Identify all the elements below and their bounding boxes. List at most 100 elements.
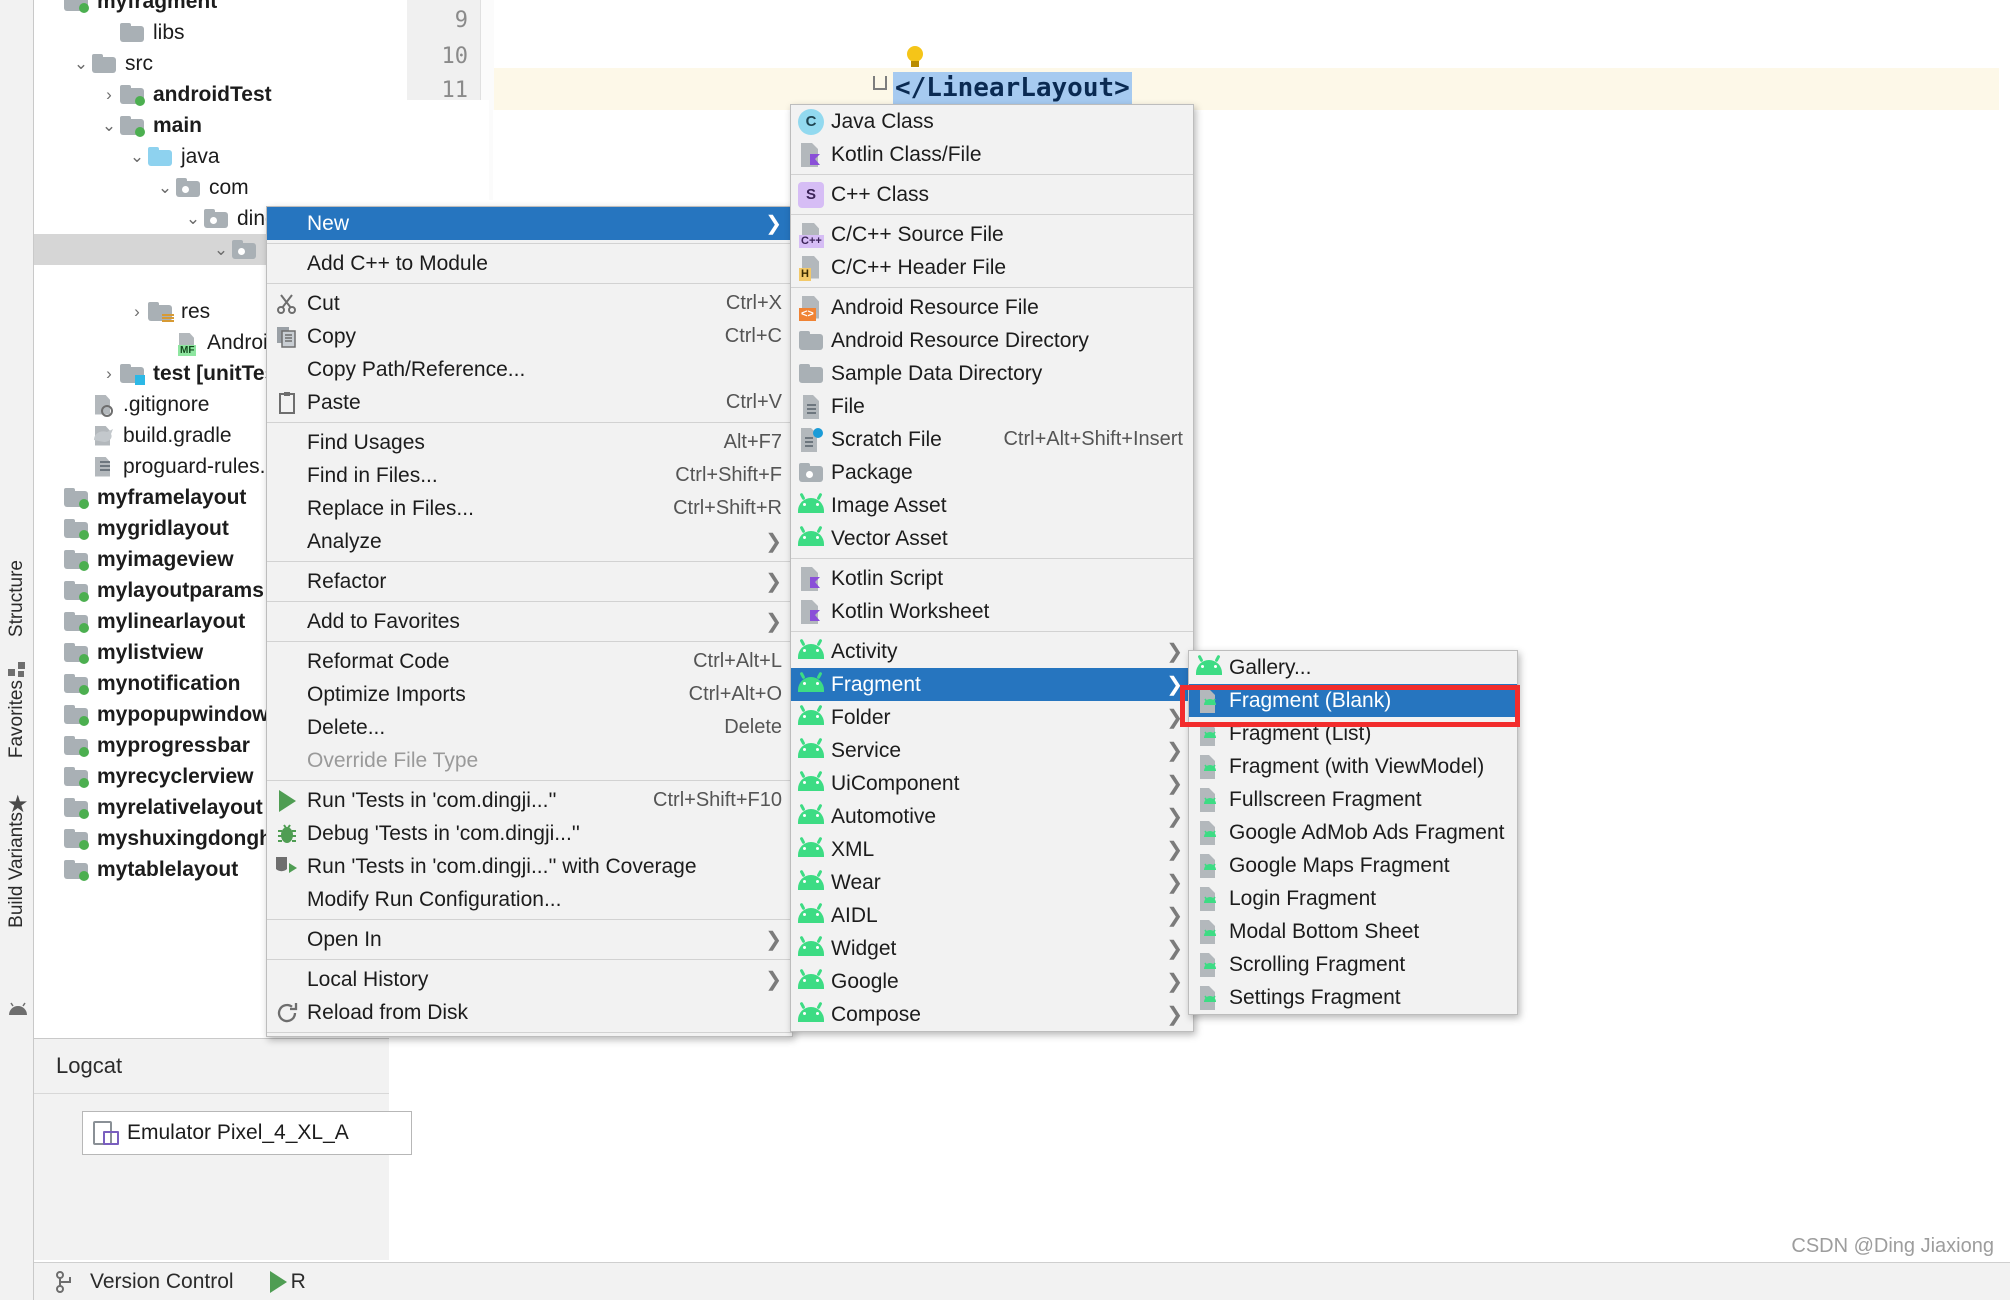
menu-item[interactable]: Kotlin Class/File (791, 138, 1193, 171)
menu-item[interactable]: Android Resource Directory (791, 324, 1193, 357)
menu-item[interactable]: Fragment (List) (1189, 717, 1517, 750)
device-selector[interactable]: Emulator Pixel_4_XL_A (82, 1111, 412, 1155)
tree-expander[interactable]: ⌄ (126, 147, 148, 167)
menu-item[interactable]: Scratch FileCtrl+Alt+Shift+Insert (791, 423, 1193, 456)
menu-item-shortcut: Ctrl+Shift+F (675, 464, 782, 487)
menu-item[interactable]: Override File Type (267, 744, 792, 777)
menu-item[interactable]: HC/C++ Header File (791, 251, 1193, 284)
menu-item[interactable]: Modal Bottom Sheet (1189, 915, 1517, 948)
menu-item-icon (1189, 948, 1229, 981)
menu-item[interactable]: Image Asset (791, 489, 1193, 522)
menu-item[interactable]: SC++ Class (791, 178, 1193, 211)
tree-row[interactable]: ⌄java (34, 141, 389, 172)
menu-item[interactable]: Kotlin Script (791, 562, 1193, 595)
menu-item[interactable]: Activity❯ (791, 635, 1193, 668)
tree-expander[interactable]: ⌄ (210, 240, 232, 260)
fragment-submenu[interactable]: Gallery...Fragment (Blank)Fragment (List… (1188, 650, 1518, 1015)
lightbulb-icon[interactable] (904, 45, 926, 71)
menu-item[interactable]: Analyze❯ (267, 525, 792, 558)
menu-item[interactable]: Optimize ImportsCtrl+Alt+O (267, 678, 792, 711)
tree-expander[interactable]: › (126, 302, 148, 322)
menu-item[interactable]: CJava Class (791, 105, 1193, 138)
menu-item[interactable]: Google Maps Fragment (1189, 849, 1517, 882)
menu-item[interactable]: Fragment❯ (791, 668, 1193, 701)
menu-item-label: Optimize Imports (307, 683, 661, 707)
tree-row[interactable]: libs (34, 17, 389, 48)
menu-item[interactable]: Sample Data Directory (791, 357, 1193, 390)
menu-item[interactable]: Refactor❯ (267, 565, 792, 598)
menu-item[interactable]: PasteCtrl+V (267, 386, 792, 419)
menu-item[interactable]: Reload from Disk (267, 996, 792, 1029)
tree-expander[interactable]: ⌄ (182, 209, 204, 229)
menu-item[interactable]: Reformat CodeCtrl+Alt+L (267, 645, 792, 678)
tree-row[interactable]: ⌄com (34, 172, 389, 203)
tree-expander[interactable]: ⌄ (70, 54, 92, 74)
menu-item[interactable]: Replace in Files...Ctrl+Shift+R (267, 492, 792, 525)
run-status[interactable]: R (270, 1270, 306, 1294)
menu-item[interactable]: Folder❯ (791, 701, 1193, 734)
folder-icon (64, 674, 88, 693)
menu-item[interactable]: Copy Path/Reference... (267, 353, 792, 386)
android-icon (798, 941, 824, 956)
menu-item[interactable]: C++C/C++ Source File (791, 218, 1193, 251)
menu-item[interactable]: Debug 'Tests in 'com.dingji...'' (267, 817, 792, 850)
tree-expander[interactable]: ⌄ (98, 116, 120, 136)
menu-item[interactable]: Scrolling Fragment (1189, 948, 1517, 981)
menu-item[interactable]: Local History❯ (267, 963, 792, 996)
logcat-title[interactable]: Logcat (56, 1053, 122, 1079)
menu-item[interactable]: Kotlin Worksheet (791, 595, 1193, 628)
menu-item[interactable]: Login Fragment (1189, 882, 1517, 915)
menu-separator (267, 1032, 792, 1033)
tree-row[interactable]: ⌄src (34, 48, 389, 79)
menu-item[interactable]: Vector Asset (791, 522, 1193, 555)
tool-window-build-variants[interactable]: Build Variants (6, 812, 28, 928)
menu-item[interactable]: Run 'Tests in 'com.dingji...''Ctrl+Shift… (267, 784, 792, 817)
menu-item[interactable]: Find in Files...Ctrl+Shift+F (267, 459, 792, 492)
menu-item[interactable]: Fragment (Blank) (1189, 684, 1517, 717)
menu-item[interactable]: File (791, 390, 1193, 423)
menu-item[interactable]: Delete...Delete (267, 711, 792, 744)
menu-item[interactable]: Google❯ (791, 965, 1193, 998)
menu-item-label: Copy Path/Reference... (307, 358, 782, 382)
menu-item[interactable]: UiComponent❯ (791, 767, 1193, 800)
tree-expander[interactable]: › (98, 85, 120, 105)
code-fold-marker[interactable] (873, 76, 887, 90)
menu-item[interactable]: Add C++ to Module (267, 247, 792, 280)
menu-item[interactable]: Run 'Tests in 'com.dingji...'' with Cove… (267, 850, 792, 883)
menu-item[interactable]: Gallery... (1189, 651, 1517, 684)
menu-item-icon (791, 423, 831, 456)
tree-row[interactable]: ›androidTest (34, 79, 389, 110)
tree-row[interactable]: ⌄main (34, 110, 389, 141)
menu-item[interactable]: Google AdMob Ads Fragment (1189, 816, 1517, 849)
context-menu[interactable]: New❯ Add C++ to Module CutCtrl+XCopyCtrl+C… (266, 206, 793, 1037)
menu-item[interactable]: XML❯ (791, 833, 1193, 866)
version-control-label[interactable]: Version Control (90, 1270, 234, 1294)
menu-item[interactable]: Automotive❯ (791, 800, 1193, 833)
menu-item[interactable]: CopyCtrl+C (267, 320, 792, 353)
new-submenu[interactable]: CJava ClassKotlin Class/File SC++ Class C+… (790, 104, 1194, 1032)
menu-item[interactable]: Service❯ (791, 734, 1193, 767)
menu-item[interactable]: Compose❯ (791, 998, 1193, 1031)
tree-expander[interactable]: ⌄ (154, 178, 176, 198)
menu-item[interactable]: Settings Fragment (1189, 981, 1517, 1014)
menu-item[interactable]: CutCtrl+X (267, 287, 792, 320)
menu-item[interactable]: Fragment (with ViewModel) (1189, 750, 1517, 783)
menu-item[interactable]: Open In❯ (267, 923, 792, 956)
menu-item[interactable]: Widget❯ (791, 932, 1193, 965)
menu-item[interactable]: Package (791, 456, 1193, 489)
tree-expander[interactable]: › (98, 364, 120, 384)
menu-item[interactable]: Add to Favorites❯ (267, 605, 792, 638)
menu-item-icon (267, 247, 307, 280)
tree-row[interactable]: myfragment (34, 0, 389, 17)
menu-item[interactable]: Wear❯ (791, 866, 1193, 899)
menu-item[interactable]: New❯ (267, 207, 792, 240)
menu-item-label: Google AdMob Ads Fragment (1229, 821, 1507, 845)
android-icon (798, 776, 824, 791)
tool-window-structure[interactable]: Structure (6, 560, 28, 637)
menu-item[interactable]: <>Android Resource File (791, 291, 1193, 324)
menu-item[interactable]: Fullscreen Fragment (1189, 783, 1517, 816)
menu-item[interactable]: Find UsagesAlt+F7 (267, 426, 792, 459)
menu-item[interactable]: AIDL❯ (791, 899, 1193, 932)
tool-window-favorites[interactable]: Favorites (6, 680, 28, 758)
menu-item[interactable]: Modify Run Configuration... (267, 883, 792, 916)
